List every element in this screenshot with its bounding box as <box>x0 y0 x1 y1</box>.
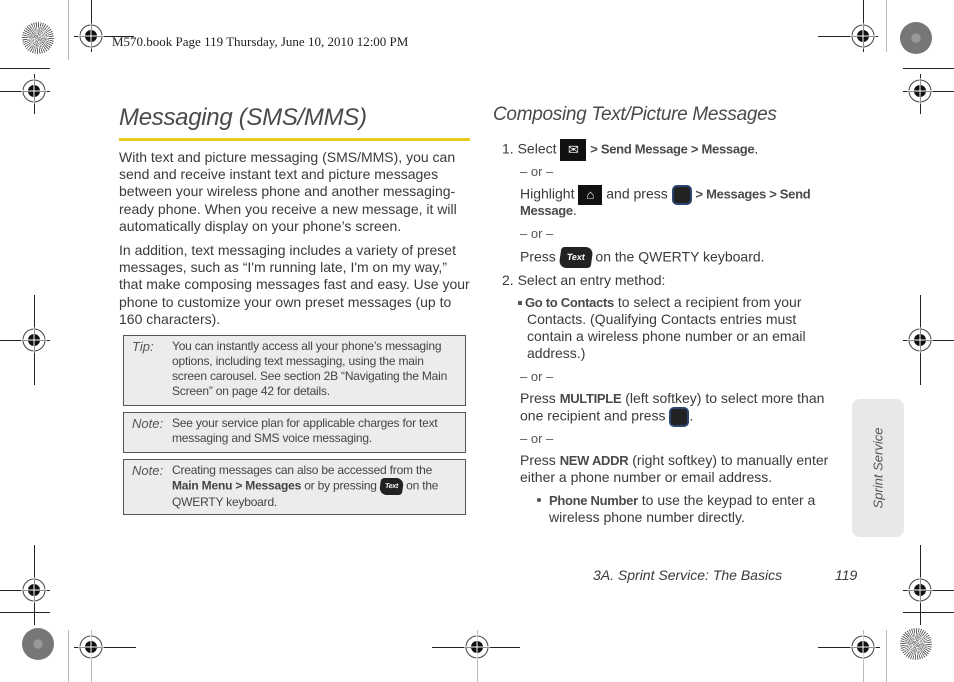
registration-target-icon <box>907 78 933 104</box>
tip-label: Tip: <box>132 339 154 354</box>
crop-mark <box>68 630 69 682</box>
note-box: Note: Creating messages can also be acce… <box>123 459 466 515</box>
step-text: Select an entry method: <box>517 272 666 288</box>
step-text: and press <box>606 185 668 202</box>
step-1-alt-line-cont: Message. <box>520 202 577 219</box>
note-label: Note: <box>132 463 164 478</box>
crop-mark <box>0 68 50 69</box>
note-box: Note: See your service plan for applicab… <box>123 412 466 453</box>
registration-target-icon <box>850 634 876 660</box>
note-text-part: or by pressing <box>301 478 380 493</box>
go-to-contacts-line: Go to Contacts to select a recipient fro… <box>518 294 802 311</box>
registration-target-icon <box>21 78 47 104</box>
tip-box: Tip: You can instantly access all your p… <box>123 335 466 406</box>
registration-rosette-icon <box>22 22 54 54</box>
step-text: on the QWERTY keyboard. <box>595 248 765 265</box>
registration-target-icon <box>907 577 933 603</box>
menu-path: > Messages > Send <box>695 186 811 202</box>
footer-section: 3A. Sprint Service: The Basics <box>593 567 783 583</box>
crop-mark <box>903 68 954 69</box>
period: . <box>572 202 577 218</box>
step-text: Select <box>517 140 557 157</box>
new-addr-line: Press NEW ADDR (right softkey) to manual… <box>520 452 828 469</box>
intro-paragraph: With text and picture messaging (SMS/MMS… <box>119 149 457 234</box>
note-text-part: Creating messages can also be accessed f… <box>172 463 433 477</box>
step-text: (right softkey) to manually enter <box>628 452 829 468</box>
step-text: Contacts. (Qualifying Contacts entries m… <box>527 311 797 327</box>
step-text: wireless phone number directly. <box>549 509 745 525</box>
step-text: to use the keypad to enter a <box>637 492 816 508</box>
step-text: one recipient and press <box>520 407 666 424</box>
multiple-line-cont: one recipient and press . <box>520 407 693 427</box>
registration-target-icon <box>78 634 104 660</box>
softkey-multiple: MULTIPLE <box>559 391 622 406</box>
messaging-chat-envelope-icon: ✉ <box>560 139 587 161</box>
or-divider: – or – <box>520 164 554 179</box>
crop-mark <box>0 612 50 613</box>
or-divider: – or – <box>520 369 554 384</box>
or-divider: – or – <box>520 226 554 241</box>
registration-target-icon <box>21 577 47 603</box>
step-text: Press <box>520 452 560 468</box>
step-text: (left softkey) to select more than <box>621 390 825 406</box>
step-1-alt2-line: Press Text on the QWERTY keyboard. <box>520 247 765 269</box>
subsection-title: Composing Text/Picture Messages <box>493 104 777 125</box>
menu-path-messages: Messages <box>245 478 302 493</box>
menu-path-main-menu: Main Menu <box>172 478 233 493</box>
menu-ok-key-icon <box>671 185 692 205</box>
crop-mark <box>68 0 69 60</box>
menu-path: > Send Message > Message <box>590 141 755 157</box>
tip-text: You can instantly access all your phone’… <box>172 339 448 398</box>
multiple-line: Press MULTIPLE (left softkey) to select … <box>520 390 824 407</box>
menu-path: Message <box>520 203 573 218</box>
crop-mark <box>886 630 887 682</box>
or-divider: – or – <box>520 431 554 446</box>
note-text: See your service plan for applicable cha… <box>172 416 438 445</box>
step-text: Highlight <box>520 185 575 202</box>
step-number: 1. <box>502 140 514 157</box>
step-text: contain a wireless phone number or an em… <box>527 328 806 344</box>
registration-target-icon <box>78 23 104 49</box>
crop-mark <box>886 0 887 52</box>
option-go-to-contacts: Go to Contacts <box>525 295 614 310</box>
bullet-icon <box>537 498 541 502</box>
side-tab-label: Sprint Service <box>870 427 886 509</box>
step-text: Press <box>520 390 560 406</box>
phone-number-line: Phone Number to use the keypad to enter … <box>549 492 815 509</box>
step-text: Press <box>520 248 556 265</box>
step-number: 2. <box>502 272 514 288</box>
step-text: either a phone number or email address. <box>520 469 773 485</box>
registration-rosette-icon <box>900 22 932 54</box>
side-tab: Sprint Service <box>852 399 904 537</box>
option-phone-number: Phone Number <box>549 493 638 508</box>
step-text: to select a recipient from your <box>613 294 802 310</box>
title-rule <box>119 138 470 141</box>
menu-path-separator: > <box>232 478 246 493</box>
crop-mark <box>903 612 954 613</box>
preset-paragraph: In addition, text messaging includes a v… <box>119 242 470 327</box>
menu-ok-key-icon <box>669 407 690 427</box>
page-number: 119 <box>835 567 858 583</box>
note-label: Note: <box>132 416 164 431</box>
bullet-icon <box>518 301 522 306</box>
registration-rosette-icon <box>22 628 54 660</box>
step-text: address.) <box>527 345 586 361</box>
text-key-icon: Text <box>378 478 405 495</box>
step-2-line: 2. Select an entry method: <box>502 272 665 289</box>
period: . <box>689 407 694 424</box>
step-1-line: 1. Select ✉ > Send Message > Message. <box>502 139 758 161</box>
section-title: Messaging (SMS/MMS) <box>119 104 367 131</box>
registration-target-icon <box>464 634 490 660</box>
registration-target-icon <box>21 327 47 353</box>
registration-target-icon <box>850 23 876 49</box>
home-icon: ⌂ <box>578 185 603 205</box>
softkey-new-addr: NEW ADDR <box>559 453 629 468</box>
note-text: Creating messages can also be accessed f… <box>172 463 459 509</box>
print-slug: M570.book Page 119 Thursday, June 10, 20… <box>112 34 409 49</box>
registration-rosette-icon <box>900 628 932 660</box>
registration-target-icon <box>907 327 933 353</box>
text-key-icon: Text <box>558 247 594 269</box>
period: . <box>754 140 759 157</box>
